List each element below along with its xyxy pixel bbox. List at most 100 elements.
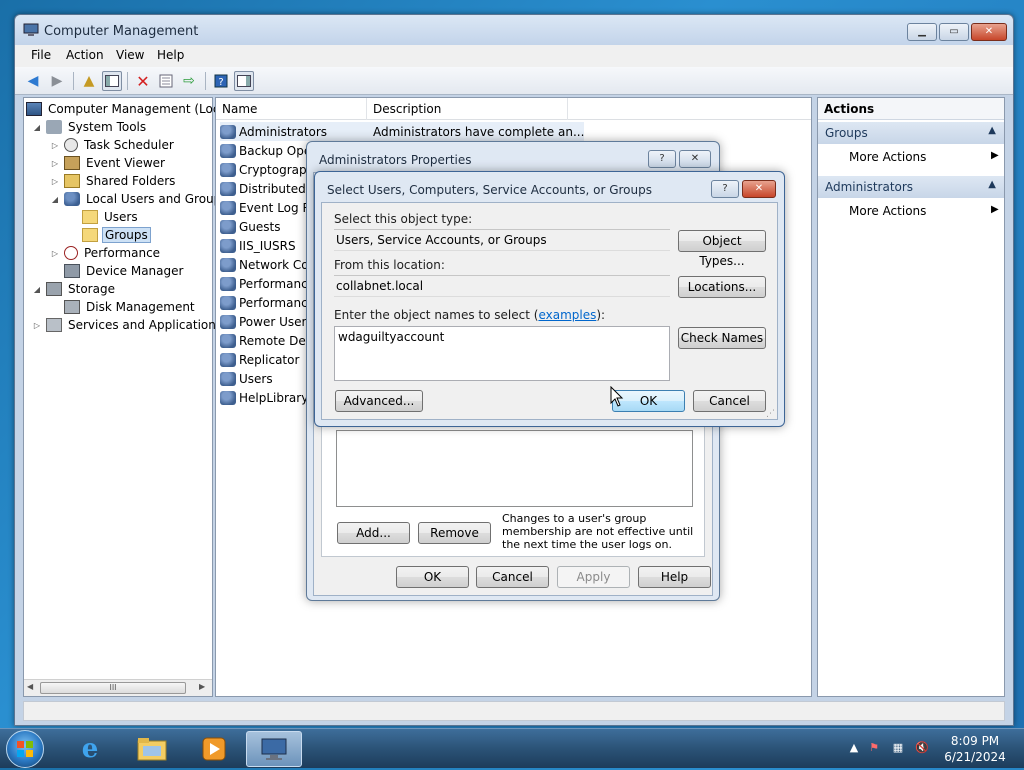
computer-management-icon [26,102,42,116]
tree-item-system-tools[interactable]: ◢ System Tools [32,118,148,136]
computer-management-icon [261,738,287,760]
media-player-icon [202,737,226,761]
export-list-icon[interactable]: ⇨ [179,71,199,91]
horizontal-scrollbar[interactable]: ◀ III ▶ [24,679,212,696]
object-names-input[interactable]: wdaguiltyaccount [334,326,670,381]
taskbar-file-explorer[interactable] [124,731,180,767]
action-more-actions-groups[interactable]: More Actions ▶ [849,150,999,164]
examples-link[interactable]: examples [538,308,596,322]
up-folder-icon[interactable]: ▲ [79,71,99,91]
back-icon[interactable]: ◀ [23,71,43,91]
collapsed-arrow-icon[interactable]: ▷ [50,177,60,186]
taskbar-computer-management[interactable] [246,731,302,767]
collapsed-arrow-icon[interactable]: ▷ [50,249,60,258]
tree-item-local-users-groups[interactable]: ◢ Local Users and Groups [50,190,230,208]
column-separator[interactable] [567,98,568,120]
collapsed-arrow-icon[interactable]: ▷ [50,159,60,168]
help-button[interactable]: Help [638,566,711,588]
resize-grip-icon[interactable]: ⋰ [766,409,775,419]
tree-item-groups[interactable]: Groups [82,226,151,244]
tree-item-performance[interactable]: ▷ Performance [50,244,162,262]
object-types-button[interactable]: Object Types... [678,230,766,268]
apply-button[interactable]: Apply [557,566,630,588]
title-bar[interactable]: Computer Management ▁ ▭ ✕ [15,15,1013,45]
tree-item-event-viewer[interactable]: ▷ Event Viewer [50,154,167,172]
start-button[interactable] [6,730,44,768]
tree-label: Storage [68,282,115,296]
action-label: More Actions [849,150,927,164]
tree-item-task-scheduler[interactable]: ▷ Task Scheduler [50,136,176,154]
tree-item-shared-folders[interactable]: ▷ Shared Folders [50,172,177,190]
windows-logo-icon [17,741,33,757]
show-hide-action-pane-icon[interactable] [234,71,254,91]
dialog-close-button[interactable]: ✕ [742,180,776,198]
table-row[interactable]: Administrators Administrators have comple… [220,122,585,141]
column-header-name[interactable]: Name [222,102,257,116]
expanded-arrow-icon[interactable]: ◢ [32,123,42,132]
menu-view[interactable]: View [116,48,144,62]
collapsed-arrow-icon[interactable]: ▷ [50,141,60,150]
collapse-icon[interactable]: ▲ [988,125,996,136]
ok-button[interactable]: OK [396,566,469,588]
tree-item-device-manager[interactable]: Device Manager [64,262,185,280]
group-icon [220,124,236,139]
tree-item-users[interactable]: Users [82,208,140,226]
tree-item-storage[interactable]: ◢ Storage [32,280,117,298]
tree-item-services-apps[interactable]: ▷ Services and Applications [32,316,224,334]
column-header-description[interactable]: Description [373,102,441,116]
device-manager-icon [64,264,80,278]
tree-label: Local Users and Groups [86,192,228,206]
performance-icon [64,246,78,260]
taskbar-media-player[interactable] [186,731,242,767]
menu-action[interactable]: Action [66,48,104,62]
show-hidden-icons-icon[interactable]: ▲ [846,741,862,757]
remove-member-button[interactable]: Remove [418,522,491,544]
label-text: ): [596,308,606,322]
members-list[interactable] [336,430,693,507]
maximize-button[interactable]: ▭ [939,23,969,41]
volume-muted-icon[interactable]: 🔇 [914,741,930,757]
collapse-icon[interactable]: ▲ [988,179,996,190]
expanded-arrow-icon[interactable]: ◢ [50,195,60,204]
clock[interactable]: 8:09 PM 6/21/2024 [940,733,1010,765]
close-button[interactable]: ✕ [971,23,1007,41]
dialog-help-button[interactable]: ? [711,180,739,198]
dialog-title: Select Users, Computers, Service Account… [327,183,652,197]
column-separator[interactable] [366,98,367,120]
actions-section-groups[interactable]: Groups ▲ [818,122,1004,144]
dialog-help-button[interactable]: ? [648,150,676,168]
collapsed-arrow-icon[interactable]: ▷ [32,321,42,330]
tree-item-disk-management[interactable]: Disk Management [64,298,197,316]
advanced-button[interactable]: Advanced... [335,390,423,412]
cancel-button[interactable]: Cancel [476,566,549,588]
add-member-button[interactable]: Add... [337,522,410,544]
help-icon[interactable]: ? [211,71,231,91]
menu-file[interactable]: File [31,48,51,62]
taskbar-internet-explorer[interactable]: e [62,731,118,767]
action-center-icon[interactable]: ⚑ [866,741,882,757]
group-icon [220,200,236,215]
menu-help[interactable]: Help [157,48,184,62]
action-more-actions-administrators[interactable]: More Actions ▶ [849,204,999,218]
actions-section-administrators[interactable]: Administrators ▲ [818,176,1004,198]
minimize-button[interactable]: ▁ [907,23,937,41]
cancel-button[interactable]: Cancel [693,390,766,412]
toolbar-separator [205,72,206,90]
tree-item-root[interactable]: Computer Management (Local [26,100,232,118]
delete-icon[interactable]: ✕ [133,71,153,91]
membership-note: Changes to a user's group membership are… [502,512,694,551]
scroll-left-icon[interactable]: ◀ [27,682,33,691]
scroll-right-icon[interactable]: ▶ [199,682,205,691]
show-hide-tree-icon[interactable] [102,71,122,91]
object-names-label: Enter the object names to select (exampl… [334,308,605,322]
expanded-arrow-icon[interactable]: ◢ [32,285,42,294]
scroll-thumb[interactable]: III [40,682,186,694]
console-tree: Computer Management (Local ◢ System Tool… [23,97,230,697]
properties-icon[interactable] [156,71,176,91]
tree-label: Event Viewer [86,156,165,170]
locations-button[interactable]: Locations... [678,276,766,298]
dialog-close-button[interactable]: ✕ [679,150,711,168]
check-names-button[interactable]: Check Names [678,327,766,349]
network-icon[interactable]: ▦ [890,741,906,757]
forward-icon[interactable]: ▶ [47,71,67,91]
